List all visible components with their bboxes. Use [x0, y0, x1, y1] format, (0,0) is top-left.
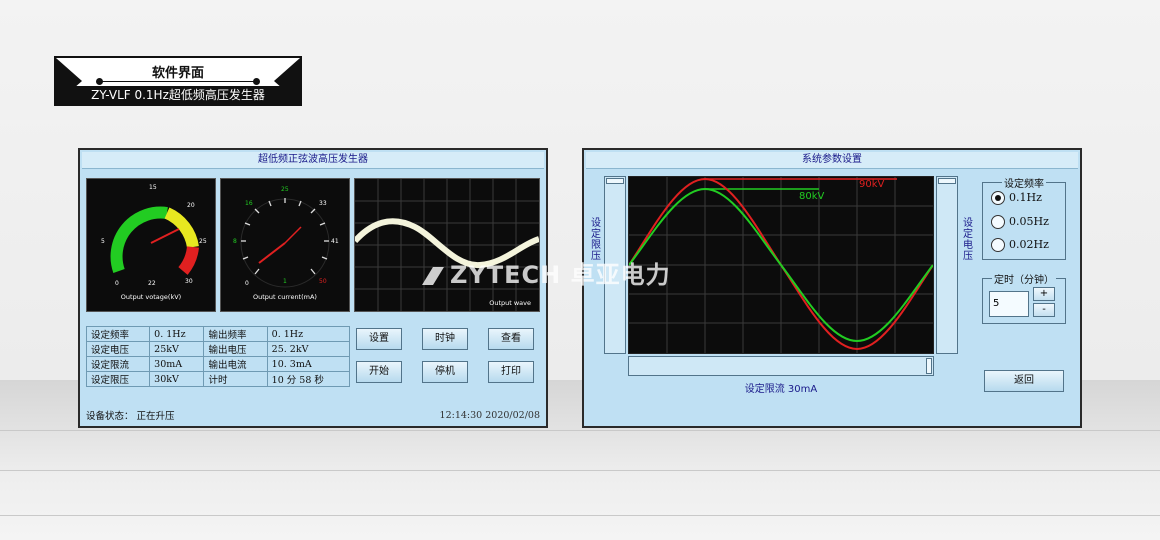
table-row: 设定限压 30kV 计时 10 分 58 秒 [85, 371, 351, 387]
gauge-tick: 16 [245, 200, 253, 207]
current-gauge-dial: 0 8 16 25 33 41 50 1 [233, 186, 339, 288]
gauge-tick: 50 [319, 278, 327, 285]
gauge-tick: 8 [233, 238, 237, 245]
clock-button[interactable]: 时钟 [422, 328, 468, 350]
gauge-tick: 25 [281, 186, 289, 193]
timer-decrement-button[interactable]: - [1033, 303, 1055, 317]
frequency-option-label: 0.1Hz [1009, 191, 1042, 204]
gauge-tick: 5 [101, 238, 105, 245]
brand-watermark: ZYTECH 卓亚电力 [420, 255, 671, 290]
param-value: 25kV [149, 341, 205, 357]
floor-grid-line [0, 430, 1160, 431]
stop-button[interactable]: 停机 [422, 361, 468, 383]
param-label: 输出电流 [203, 356, 268, 372]
waveform-preview: 90kV 80kV [628, 176, 934, 354]
green-limit-label: 80kV [799, 191, 825, 202]
param-label: 输出电压 [203, 341, 268, 357]
parameter-table: 设定频率 0. 1Hz 输出频率 0. 1Hz 设定电压 25kV 输出电压 2… [85, 326, 351, 387]
badge-title: 软件界面 [151, 66, 204, 81]
frequency-option[interactable]: 0.02Hz [991, 238, 1049, 252]
gauge-tick: 30 [185, 278, 193, 285]
floor-grid-line [0, 470, 1160, 471]
output-wave-display: Output wave [352, 178, 541, 312]
current-limit-slider[interactable] [628, 356, 934, 376]
gauge-tick: 41 [331, 238, 339, 245]
voltage-gauge-label: Output votage(kV) [120, 293, 182, 301]
watermark-text: ZYTECH 卓亚电力 [450, 261, 671, 289]
voltage-set-slider[interactable] [936, 176, 958, 354]
badge-divider [100, 81, 256, 82]
table-row: 设定频率 0. 1Hz 输出频率 0. 1Hz [85, 326, 351, 342]
timer-increment-button[interactable]: + [1033, 287, 1055, 301]
current-gauge: 0 8 16 25 33 41 50 1 Output current(mA) [220, 178, 350, 312]
param-value: 30mA [149, 356, 205, 372]
param-label: 设定电压 [85, 341, 151, 357]
back-button[interactable]: 返回 [984, 370, 1064, 392]
frequency-option-label: 0.05Hz [1009, 215, 1049, 228]
slider-thumb[interactable] [938, 178, 956, 184]
gauge-tick: 0 [115, 280, 119, 287]
radio-selected-icon[interactable] [991, 191, 1005, 205]
param-label: 计时 [203, 371, 268, 387]
param-value: 0. 1Hz [149, 326, 205, 342]
red-limit-label: 90kV [859, 179, 885, 190]
brand-logo-icon [422, 267, 444, 285]
slider-thumb[interactable] [926, 358, 932, 374]
gauge-tick: 33 [319, 200, 327, 207]
param-label: 设定限流 [85, 356, 151, 372]
print-button[interactable]: 打印 [488, 361, 534, 383]
table-row: 设定限流 30mA 输出电流 10. 3mA [85, 356, 351, 372]
timer-input[interactable]: 5 [989, 291, 1029, 317]
sine-preview-plot: 90kV 80kV [628, 177, 934, 353]
panel-title: 超低频正弦波高压发生器 [82, 152, 544, 169]
title-badge: 软件界面 ZY-VLF 0.1Hz超低频高压发生器 [54, 56, 302, 106]
current-needle [258, 242, 286, 264]
view-button[interactable]: 查看 [488, 328, 534, 350]
badge-dot [96, 78, 103, 85]
wave-plot [352, 179, 541, 311]
timer-group-title: 定时（分钟） [992, 271, 1056, 286]
frequency-option-label: 0.02Hz [1009, 238, 1049, 251]
panel-title: 系统参数设置 [586, 152, 1078, 169]
radio-icon[interactable] [991, 238, 1005, 252]
start-button[interactable]: 开始 [356, 361, 402, 383]
gauge-value: 1 [283, 278, 287, 285]
right-slider-label: 设定电压 [963, 218, 973, 262]
voltage-gauge: 0 5 15 20 25 30 22 Output votage(kV) [86, 178, 216, 312]
frequency-option[interactable]: 0.05Hz [991, 215, 1049, 229]
param-value: 10. 3mA [266, 356, 351, 372]
frequency-group-title: 设定频率 [1002, 175, 1046, 190]
current-limit-label: 设定限流 30mA [744, 384, 818, 395]
wave-label: Output wave [489, 299, 531, 307]
param-label: 设定限压 [85, 371, 151, 387]
gauge-value: 22 [148, 280, 156, 287]
param-label: 输出频率 [203, 326, 268, 342]
device-status: 设备状态： 正在升压 [86, 411, 175, 422]
badge-subtitle: ZY-VLF 0.1Hz超低频高压发生器 [56, 86, 300, 104]
current-gauge-label: Output current(mA) [253, 293, 317, 301]
voltage-gauge-dial: 0 5 15 20 25 30 22 [101, 184, 207, 287]
slider-thumb[interactable] [606, 178, 624, 184]
datetime-display: 12:14:30 2020/02/08 [439, 410, 540, 421]
param-value: 30kV [149, 371, 205, 387]
param-value: 10 分 58 秒 [266, 371, 351, 387]
gauge-tick: 0 [245, 280, 249, 287]
badge-dot [253, 78, 260, 85]
param-label: 设定频率 [85, 326, 151, 342]
radio-icon[interactable] [991, 215, 1005, 229]
gauge-tick: 20 [187, 202, 195, 209]
param-value: 25. 2kV [266, 341, 351, 357]
settings-button[interactable]: 设置 [356, 328, 402, 350]
gauge-tick: 15 [149, 184, 157, 191]
param-value: 0. 1Hz [266, 326, 351, 342]
frequency-group: 设定频率 0.1Hz 0.05Hz 0.02Hz [982, 175, 1066, 260]
floor-grid-line [0, 515, 1160, 516]
table-row: 设定电压 25kV 输出电压 25. 2kV [85, 341, 351, 357]
timer-group: 定时（分钟） 5 + - [982, 271, 1066, 324]
gauge-tick: 25 [199, 238, 207, 245]
voltage-needle [150, 228, 180, 244]
frequency-option[interactable]: 0.1Hz [991, 191, 1042, 205]
